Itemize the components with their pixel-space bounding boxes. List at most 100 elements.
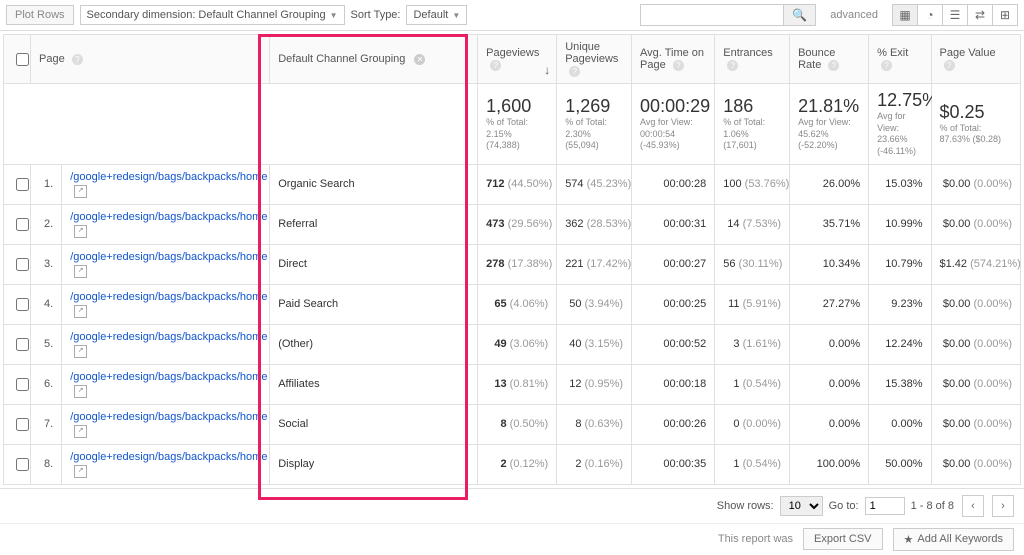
page-link[interactable]: /google+redesign/bags/backpacks/home↗ — [62, 404, 270, 444]
page-link[interactable]: /google+redesign/bags/backpacks/home↗ — [62, 324, 270, 364]
open-external-icon[interactable]: ↗ — [74, 385, 87, 398]
help-icon[interactable]: ? — [673, 60, 684, 71]
open-external-icon[interactable]: ↗ — [74, 265, 87, 278]
page-link[interactable]: /google+redesign/bags/backpacks/home↗ — [62, 164, 270, 204]
select-all-checkbox[interactable] — [16, 53, 29, 66]
prev-page-button[interactable]: ‹ — [962, 495, 984, 517]
col-unique[interactable]: Unique Pageviews ? — [557, 35, 632, 84]
page-range: 1 - 8 of 8 — [911, 500, 954, 512]
rows-select[interactable]: 10 — [780, 496, 823, 516]
view-pivot-button[interactable]: ⊞ — [992, 5, 1017, 25]
search-button[interactable]: 🔍 — [783, 5, 815, 25]
entrances-cell: 0 (0.00%) — [715, 404, 790, 444]
table-row: 5./google+redesign/bags/backpacks/home↗(… — [4, 324, 1021, 364]
value-cell: $0.00 (0.00%) — [931, 364, 1021, 404]
help-icon[interactable]: ? — [569, 66, 580, 77]
value-cell: $0.00 (0.00%) — [931, 444, 1021, 484]
table-row: 1./google+redesign/bags/backpacks/home↗O… — [4, 164, 1021, 204]
col-exit[interactable]: % Exit ? — [869, 35, 931, 84]
total-avg-time: 00:00:29 Avg for View:00:00:54(-45.93%) — [632, 84, 715, 165]
footer: This report was Export CSV ★ Add All Key… — [0, 523, 1024, 555]
row-checkbox[interactable] — [16, 178, 29, 191]
help-icon[interactable]: ? — [828, 60, 839, 71]
page-link[interactable]: /google+redesign/bags/backpacks/home↗ — [62, 364, 270, 404]
sort-type-label: Sort Type: — [351, 9, 401, 21]
bars-icon: ☰ — [950, 8, 961, 22]
pageviews-cell: 278 (17.38%) — [478, 244, 557, 284]
open-external-icon[interactable]: ↗ — [74, 345, 87, 358]
avg-time-cell: 00:00:18 — [632, 364, 715, 404]
help-icon[interactable]: ? — [727, 60, 738, 71]
col-page[interactable]: Page ? — [31, 35, 270, 84]
exit-cell: 9.23% — [869, 284, 931, 324]
open-external-icon[interactable]: ↗ — [74, 185, 87, 198]
page-link[interactable]: /google+redesign/bags/backpacks/home↗ — [62, 204, 270, 244]
sort-type-dropdown[interactable]: Default ▼ — [406, 5, 467, 25]
open-external-icon[interactable]: ↗ — [74, 425, 87, 438]
help-icon[interactable]: ? — [944, 60, 955, 71]
row-checkbox[interactable] — [16, 298, 29, 311]
row-checkbox[interactable] — [16, 258, 29, 271]
plot-rows-button[interactable]: Plot Rows — [6, 5, 74, 25]
star-icon: ★ — [904, 533, 914, 546]
report-generated-label: This report was — [718, 533, 793, 545]
show-rows-label: Show rows: — [717, 500, 774, 512]
row-index: 7. — [31, 404, 62, 444]
pageviews-cell: 13 (0.81%) — [478, 364, 557, 404]
pageviews-cell: 8 (0.50%) — [478, 404, 557, 444]
view-comparison-button[interactable]: ⇄ — [967, 5, 992, 25]
entrances-cell: 100 (53.76%) — [715, 164, 790, 204]
col-value[interactable]: Page Value ? — [931, 35, 1021, 84]
value-cell: $0.00 (0.00%) — [931, 404, 1021, 444]
view-table-button[interactable]: ▦ — [893, 5, 917, 25]
help-icon[interactable]: ? — [72, 54, 83, 65]
add-all-keywords-button[interactable]: ★ Add All Keywords — [893, 528, 1014, 551]
next-page-button[interactable]: › — [992, 495, 1014, 517]
total-value: $0.25 % of Total:87.63% ($0.28) — [931, 84, 1021, 165]
total-exit: 12.75% Avg for View:23.66%(-46.11%) — [869, 84, 931, 165]
col-avg-time[interactable]: Avg. Time on Page ? — [632, 35, 715, 84]
col-pageviews[interactable]: Pageviews ? ↓ — [478, 35, 557, 84]
col-bounce[interactable]: Bounce Rate ? — [790, 35, 869, 84]
caret-down-icon: ▼ — [330, 11, 338, 20]
avg-time-cell: 00:00:26 — [632, 404, 715, 444]
open-external-icon[interactable]: ↗ — [74, 305, 87, 318]
value-cell: $0.00 (0.00%) — [931, 204, 1021, 244]
entrances-cell: 1 (0.54%) — [715, 364, 790, 404]
pager: Show rows: 10 Go to: 1 - 8 of 8 ‹ › — [0, 488, 1024, 523]
row-checkbox[interactable] — [16, 458, 29, 471]
export-csv-button[interactable]: Export CSV — [803, 528, 882, 550]
pie-icon: ◔ — [926, 8, 933, 22]
row-index: 8. — [31, 444, 62, 484]
remove-dimension-icon[interactable]: ✕ — [414, 54, 425, 65]
search-input[interactable] — [641, 6, 783, 24]
help-icon[interactable]: ? — [490, 60, 501, 71]
row-index: 6. — [31, 364, 62, 404]
unique-cell: 2 (0.16%) — [557, 444, 632, 484]
col-entrances[interactable]: Entrances ? — [715, 35, 790, 84]
exit-cell: 15.38% — [869, 364, 931, 404]
row-index: 5. — [31, 324, 62, 364]
help-icon[interactable]: ? — [881, 60, 892, 71]
exit-cell: 15.03% — [869, 164, 931, 204]
view-pie-button[interactable]: ◔ — [917, 5, 942, 25]
row-checkbox[interactable] — [16, 218, 29, 231]
secondary-dimension-dropdown[interactable]: Secondary dimension: Default Channel Gro… — [80, 5, 345, 25]
go-to-input[interactable] — [865, 497, 905, 515]
open-external-icon[interactable]: ↗ — [74, 225, 87, 238]
page-link[interactable]: /google+redesign/bags/backpacks/home↗ — [62, 284, 270, 324]
row-checkbox[interactable] — [16, 338, 29, 351]
report-table: Page ? Default Channel Grouping ✕ Pagevi… — [3, 34, 1021, 485]
table-row: 2./google+redesign/bags/backpacks/home↗R… — [4, 204, 1021, 244]
page-link[interactable]: /google+redesign/bags/backpacks/home↗ — [62, 444, 270, 484]
row-checkbox[interactable] — [16, 418, 29, 431]
row-checkbox[interactable] — [16, 378, 29, 391]
open-external-icon[interactable]: ↗ — [74, 465, 87, 478]
caret-down-icon: ▼ — [452, 11, 460, 20]
advanced-link[interactable]: advanced — [822, 9, 886, 21]
page-link[interactable]: /google+redesign/bags/backpacks/home↗ — [62, 244, 270, 284]
unique-cell: 574 (45.23%) — [557, 164, 632, 204]
row-index: 1. — [31, 164, 62, 204]
view-performance-button[interactable]: ☰ — [942, 5, 967, 25]
col-channel[interactable]: Default Channel Grouping ✕ — [270, 35, 478, 84]
